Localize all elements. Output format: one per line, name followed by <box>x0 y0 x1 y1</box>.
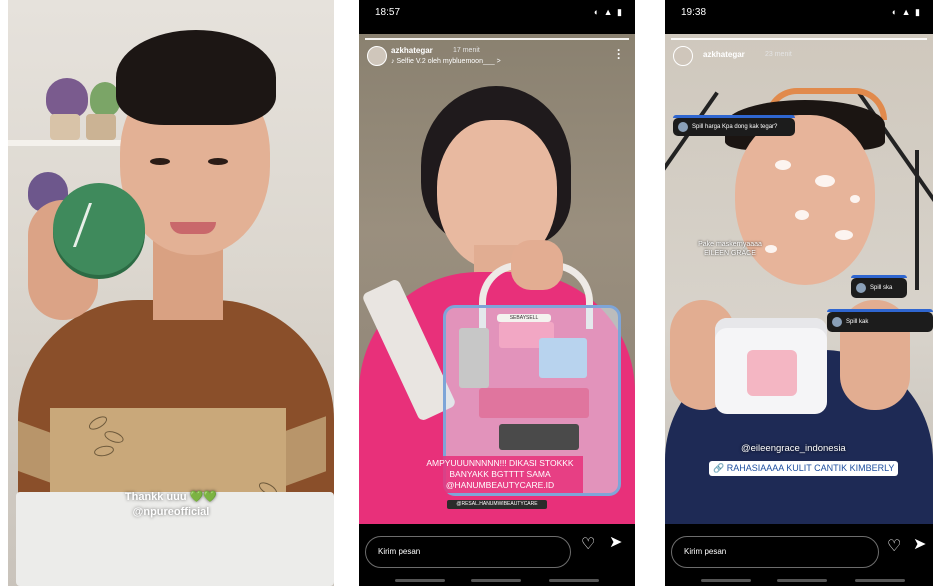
nav-indicator <box>701 579 751 582</box>
nav-indicator <box>855 579 905 582</box>
question-sticker[interactable]: Spill kak <box>827 309 933 332</box>
question-sticker[interactable]: Spill harga Kpa dong kak tegar? <box>673 115 795 136</box>
mention-tag[interactable]: @RESAL.HANUMWIBEAUTYCARE <box>447 500 547 509</box>
heart-icon[interactable]: ♡ <box>581 534 595 554</box>
eye-right <box>208 158 228 165</box>
hand <box>511 240 563 290</box>
bag-item <box>459 328 489 388</box>
username[interactable]: azkhategar <box>703 50 745 59</box>
bag-item <box>499 424 579 450</box>
mask-cream <box>835 230 853 240</box>
avatar <box>832 317 842 327</box>
mask-cream <box>795 210 809 220</box>
music-label[interactable]: ♪ Selfie V.2 oleh mybluemoon___ > <box>391 58 501 65</box>
pot <box>86 114 116 140</box>
pot <box>50 114 80 140</box>
mask-cream <box>775 160 791 170</box>
reply-placeholder: Kirim pesan <box>378 547 421 556</box>
question-text: Spill ska <box>870 285 893 291</box>
story-panel-3: 19:38 ◐ ▲ ▮ azkhategar 23 menit Spill ha… <box>665 0 933 586</box>
send-icon[interactable]: ➤ <box>609 532 622 552</box>
time-ago: 17 menit <box>453 47 480 54</box>
stair-rail <box>915 150 919 290</box>
jar-label <box>747 350 797 396</box>
story-progress-bar <box>365 38 629 40</box>
status-time: 19:38 <box>681 7 707 18</box>
mention-sticker[interactable]: @npureofficial <box>8 506 334 518</box>
story-panel-1: Thankk uuu 💚💚 @npureofficial <box>8 0 334 586</box>
reply-input[interactable]: Kirim pesan <box>365 536 571 568</box>
shelf <box>8 140 128 146</box>
caption-text: Thankk uuu <box>124 491 187 503</box>
reply-placeholder: Kirim pesan <box>684 547 727 556</box>
link-sticker[interactable]: 🔗 RAHASIAAAA KULIT CANTIK KIMBERLY <box>709 461 899 476</box>
sticker-header <box>827 309 933 312</box>
bag-item <box>539 338 587 378</box>
avatar[interactable] <box>367 46 387 66</box>
mask-cream <box>850 195 860 203</box>
reply-input[interactable]: Kirim pesan <box>671 536 879 568</box>
username[interactable]: azkhategar <box>391 46 433 55</box>
nav-indicator <box>395 579 445 582</box>
story-note: Pake maskernyaaaa EILEEN GRACE <box>698 241 762 257</box>
status-icons: ◐ ▲ ▮ <box>891 7 921 17</box>
story-progress-bar <box>671 38 927 40</box>
heart-icons: 💚💚 <box>189 491 218 503</box>
question-text: Spill kak <box>846 319 869 325</box>
nav-indicator <box>777 579 827 582</box>
time-ago: 23 menit <box>765 51 792 58</box>
status-bar: 18:57 ◐ ▲ ▮ <box>359 0 635 24</box>
story-caption: Thankk uuu 💚💚 <box>8 490 334 503</box>
nav-indicator <box>471 579 521 582</box>
send-icon[interactable]: ➤ <box>913 534 926 554</box>
eye-left <box>150 158 170 165</box>
question-sticker[interactable]: Spill ska <box>851 275 907 298</box>
more-options-icon[interactable]: · · · <box>617 44 621 64</box>
status-bar: 19:38 ◐ ▲ ▮ <box>665 0 933 24</box>
question-text: Spill harga Kpa dong kak tegar? <box>692 124 778 130</box>
story-panel-2: 18:57 ◐ ▲ ▮ azkhategar 17 menit ♪ Selfie… <box>359 0 635 586</box>
plant-lavender <box>46 78 88 118</box>
nav-indicator <box>549 579 599 582</box>
bag-label: SEBAYSELL <box>497 314 551 322</box>
heart-icon[interactable]: ♡ <box>887 536 901 556</box>
mask-cream <box>815 175 835 187</box>
avatar <box>856 283 866 293</box>
mention-sticker[interactable]: @eileengrace_indonesia <box>741 443 846 454</box>
avatar <box>678 122 688 132</box>
status-icons: ◐ ▲ ▮ <box>593 7 623 17</box>
cardboard-box <box>50 408 286 498</box>
story-caption: AMPYUUUNNNNN!!! DIKASI STOKKK BANYAKK BG… <box>417 456 583 493</box>
sticker-header <box>851 275 907 278</box>
hair <box>116 30 276 125</box>
mouth <box>170 222 216 234</box>
sticker-header <box>673 115 795 118</box>
bag-item <box>479 388 589 418</box>
avatar[interactable] <box>673 46 693 66</box>
status-time: 18:57 <box>375 7 401 18</box>
